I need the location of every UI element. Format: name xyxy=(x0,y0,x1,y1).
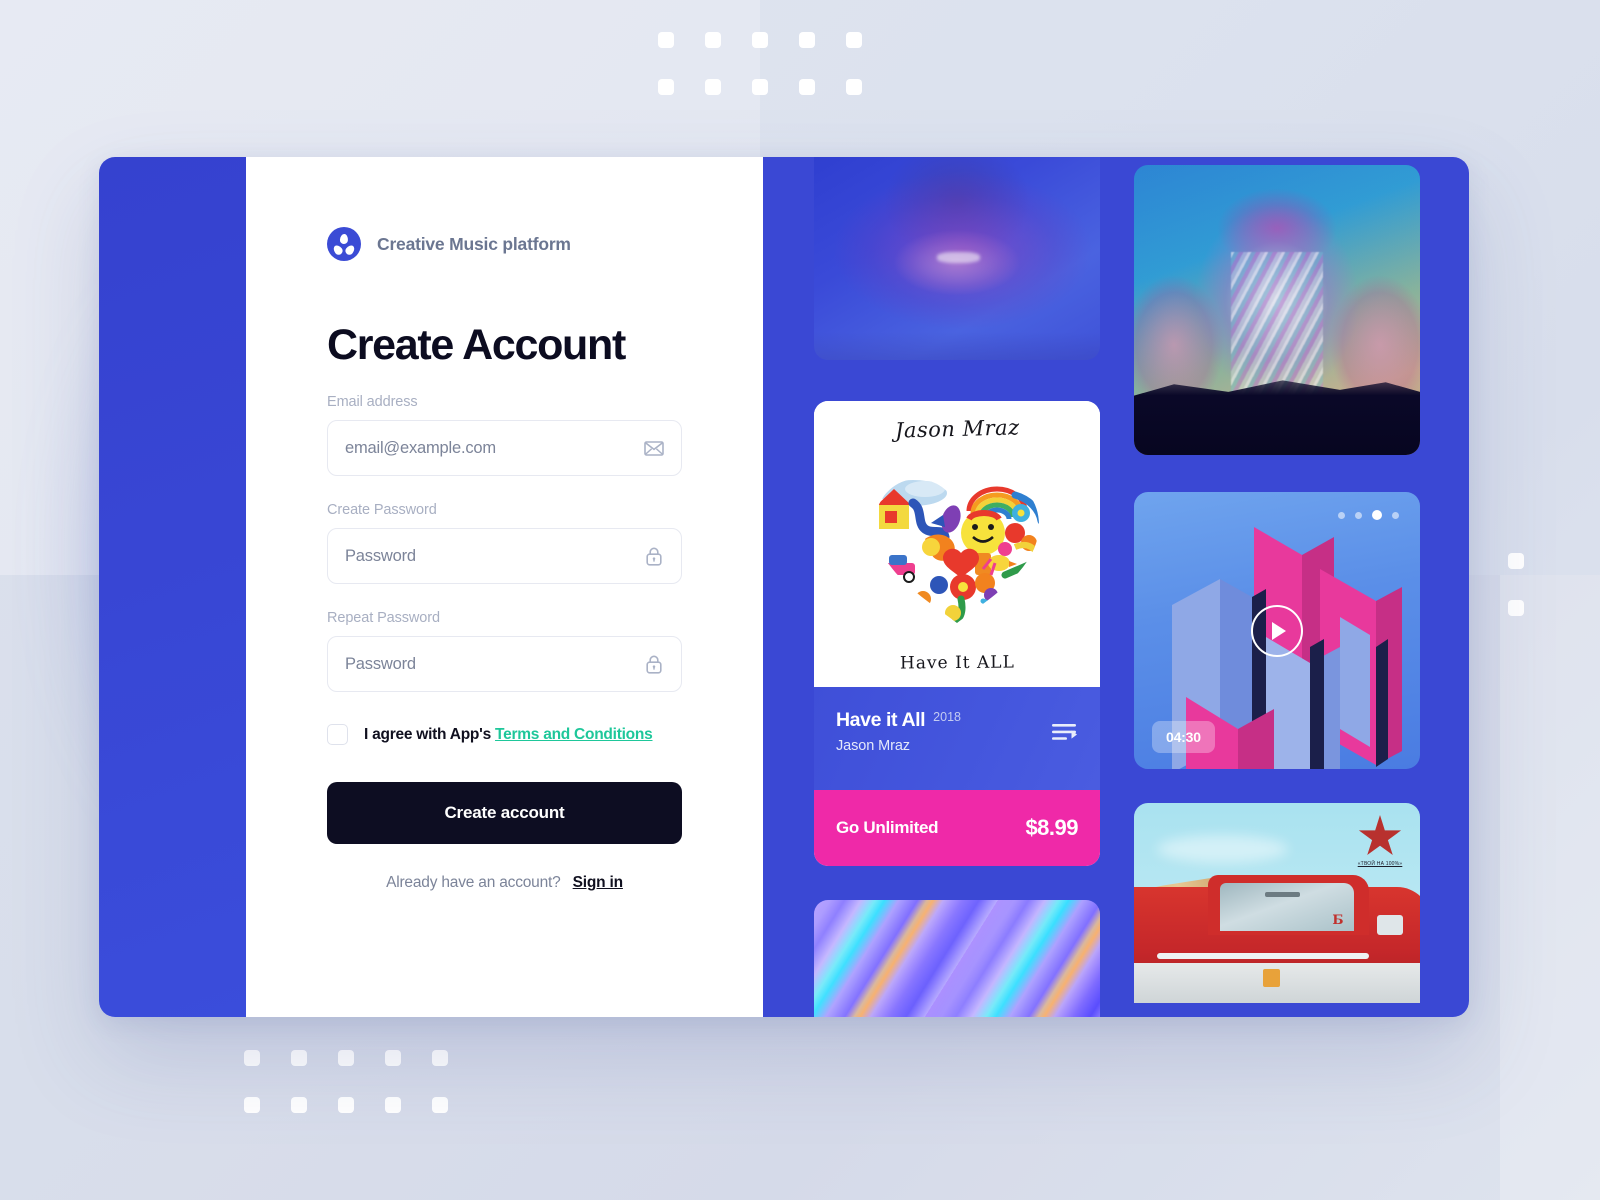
create-account-button[interactable]: Create account xyxy=(327,782,682,845)
password-input[interactable] xyxy=(345,546,629,566)
brand-name: Creative Music platform xyxy=(377,233,571,254)
truck-badge: «ТВОЙ НА 100%» xyxy=(1356,815,1404,867)
foil-portrait-photo[interactable] xyxy=(1134,165,1420,455)
password-input-wrap[interactable] xyxy=(327,528,682,585)
decor-dot xyxy=(846,32,862,48)
truck-window: Б xyxy=(1219,883,1355,931)
decor-dot xyxy=(1508,600,1524,616)
email-label: Email address xyxy=(327,394,418,411)
decor-dot xyxy=(705,79,721,95)
repeat-password-label: Repeat Password xyxy=(327,610,440,627)
password-label: Create Password xyxy=(327,502,437,519)
album-artwork: Jason Mraz Have It ALL xyxy=(814,401,1100,687)
decor-dot xyxy=(1508,553,1524,569)
repeat-password-input[interactable] xyxy=(345,654,629,674)
decor-dot xyxy=(658,32,674,48)
song-year: 2018 xyxy=(933,710,961,724)
video-card[interactable]: 04:30 xyxy=(1134,492,1420,769)
album-card[interactable]: Jason Mraz Have It ALL Have it All 2018 … xyxy=(814,401,1100,866)
terms-text: I agree with App's xyxy=(364,725,491,743)
page-backdrop: Creative Music platform Create Account E… xyxy=(0,0,1600,1200)
repeat-password-input-wrap[interactable] xyxy=(327,636,682,693)
star-badge-icon xyxy=(1358,815,1402,856)
truck-door-number: Б xyxy=(1332,913,1344,929)
left-blue-rail xyxy=(99,157,246,1017)
playlist-queue-icon[interactable] xyxy=(1052,723,1078,746)
terms-checkbox[interactable] xyxy=(327,724,348,746)
terms-and-conditions-link[interactable]: Terms and Conditions xyxy=(495,726,653,743)
terms-row: I agree with App's Terms and Conditions xyxy=(327,724,763,746)
signin-prompt: Already have an account? xyxy=(386,874,561,892)
song-title-row: Have it All 2018 xyxy=(836,709,961,732)
decor-dot xyxy=(291,1097,307,1113)
decor-dot xyxy=(385,1050,401,1066)
terms-label: I agree with App's Terms and Conditions xyxy=(364,726,653,744)
signup-form-panel: Creative Music platform Create Account E… xyxy=(246,157,763,1017)
gallery-column-right: 04:30 «ТВОЙ НА 100%» Б xyxy=(1134,157,1420,1003)
decor-dot xyxy=(799,32,815,48)
signin-row: Already have an account? Sign in xyxy=(327,874,682,892)
pager-dot-active[interactable] xyxy=(1372,510,1382,520)
album-art-title-text: Have It ALL xyxy=(899,652,1015,674)
video-duration-badge: 04:30 xyxy=(1152,721,1215,753)
decor-dot xyxy=(244,1097,260,1113)
decor-dot xyxy=(752,79,768,95)
play-icon[interactable] xyxy=(1251,604,1303,657)
decor-dot xyxy=(705,32,721,48)
heart-shape-svg xyxy=(875,479,1039,623)
truck-illustration-tile[interactable]: «ТВОЙ НА 100%» Б xyxy=(1134,803,1420,1003)
pager-dot[interactable] xyxy=(1338,511,1345,519)
album-meta: Have it All 2018 Jason Mraz xyxy=(814,687,1100,790)
pager-dot[interactable] xyxy=(1355,511,1362,519)
decor-dot xyxy=(385,1097,401,1113)
decor-dot xyxy=(338,1050,354,1066)
decor-dot-grid-right xyxy=(1508,553,1555,647)
song-title: Have it All xyxy=(836,709,926,731)
lock-icon xyxy=(644,546,664,566)
smiling-person-photo[interactable] xyxy=(814,157,1100,360)
envelope-icon xyxy=(644,438,664,458)
promo-label: Go Unlimited xyxy=(836,818,939,837)
decor-dot-grid-top xyxy=(658,32,893,126)
song-artist: Jason Mraz xyxy=(836,738,910,754)
decor-dot xyxy=(846,79,862,95)
promo-price: $8.99 xyxy=(1025,815,1078,840)
decor-dot xyxy=(658,79,674,95)
field-repeat-password: Repeat Password xyxy=(327,610,763,693)
album-art-artist-text: Jason Mraz xyxy=(894,415,1020,443)
pager-dot[interactable] xyxy=(1392,511,1399,519)
gallery-column-left: Jason Mraz Have It ALL Have it All 2018 … xyxy=(814,157,1100,1017)
signup-card: Creative Music platform Create Account E… xyxy=(99,157,1469,1017)
field-email: Email address xyxy=(327,394,763,477)
decor-dot xyxy=(432,1097,448,1113)
field-password: Create Password xyxy=(327,502,763,585)
go-unlimited-promo-banner[interactable]: Go Unlimited $8.99 xyxy=(814,790,1100,866)
brand: Creative Music platform xyxy=(327,227,763,261)
carousel-pager[interactable] xyxy=(1338,510,1399,520)
holographic-gradient-tile[interactable] xyxy=(814,900,1100,1017)
decor-dot xyxy=(291,1050,307,1066)
sign-in-link[interactable]: Sign in xyxy=(573,874,623,891)
email-input-wrap[interactable] xyxy=(327,420,682,477)
decor-dot-grid-bottom xyxy=(244,1050,479,1144)
decor-dot xyxy=(338,1097,354,1113)
music-palette-logo-icon xyxy=(327,227,361,261)
truck-indicator-light xyxy=(1262,969,1280,987)
email-input[interactable] xyxy=(345,438,629,458)
decor-dot xyxy=(752,32,768,48)
rearview-mirror xyxy=(1265,891,1301,898)
side-mirror xyxy=(1377,915,1403,935)
album-text-block: Have it All 2018 Jason Mraz xyxy=(836,709,961,754)
lock-icon xyxy=(644,654,664,674)
decor-dot xyxy=(432,1050,448,1066)
decor-dot xyxy=(244,1050,260,1066)
page-title: Create Account xyxy=(327,321,626,369)
doodle-heart-illustration xyxy=(865,467,1049,627)
decor-dot xyxy=(799,79,815,95)
media-gallery-panel: Jason Mraz Have It ALL Have it All 2018 … xyxy=(763,157,1469,1017)
truck-chrome-trim xyxy=(1156,953,1369,959)
backdrop-band-right-edge xyxy=(1500,575,1600,1200)
truck-badge-tagline: «ТВОЙ НА 100%» xyxy=(1357,861,1403,867)
